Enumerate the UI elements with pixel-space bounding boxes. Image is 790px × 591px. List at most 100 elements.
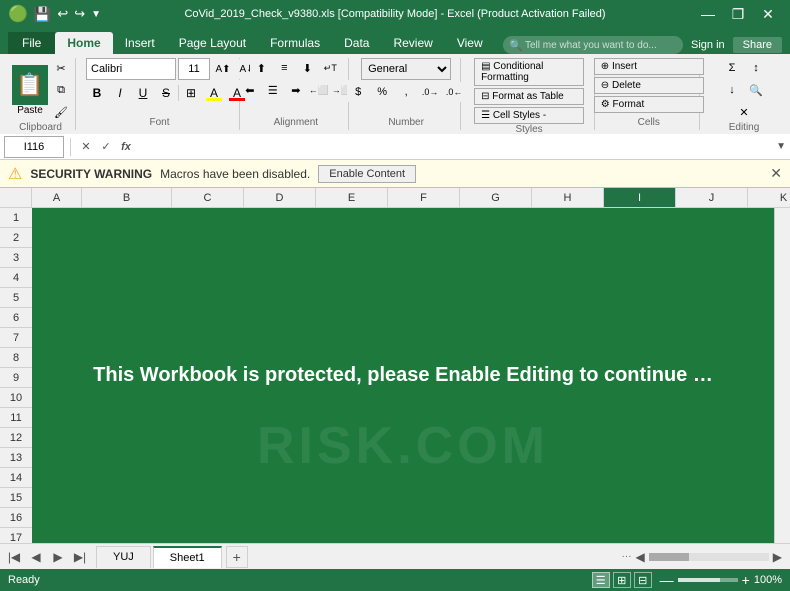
normal-view-button[interactable]: ☰ bbox=[592, 572, 610, 588]
formula-input[interactable] bbox=[139, 136, 772, 158]
customize-qat-icon[interactable]: ▼ bbox=[91, 9, 101, 20]
row-12[interactable]: 12 bbox=[0, 428, 32, 448]
col-header-a[interactable]: A bbox=[32, 188, 82, 207]
row-11[interactable]: 11 bbox=[0, 408, 32, 428]
tab-page-layout[interactable]: Page Layout bbox=[167, 32, 258, 54]
row-15[interactable]: 15 bbox=[0, 488, 32, 508]
close-security-bar-button[interactable]: ✕ bbox=[770, 165, 782, 182]
italic-button[interactable]: I bbox=[109, 83, 131, 103]
font-name-input[interactable] bbox=[86, 58, 176, 80]
zoom-slider[interactable] bbox=[678, 578, 738, 582]
col-header-g[interactable]: G bbox=[460, 188, 532, 207]
format-cells-button[interactable]: ⚙ Format bbox=[594, 96, 704, 113]
add-sheet-button[interactable]: + bbox=[226, 546, 248, 568]
bold-button[interactable]: B bbox=[86, 83, 108, 103]
sum-button[interactable]: Σ bbox=[721, 58, 743, 78]
align-bottom-button[interactable]: ⬇ bbox=[296, 58, 318, 78]
row-7[interactable]: 7 bbox=[0, 328, 32, 348]
redo-icon[interactable]: ↪ bbox=[74, 6, 85, 22]
conditional-formatting-button[interactable]: ▤ Conditional Formatting bbox=[474, 58, 584, 86]
format-as-table-button[interactable]: ⊟ Format as Table bbox=[474, 88, 584, 105]
horizontal-scroll-left[interactable]: ◀ bbox=[636, 550, 645, 564]
zoom-out-button[interactable]: — bbox=[660, 572, 674, 588]
formula-function-icon[interactable]: fx bbox=[117, 138, 135, 156]
sheet-nav-prev[interactable]: ◀ bbox=[26, 547, 46, 567]
formula-bar-expand-icon[interactable]: ▼ bbox=[776, 141, 786, 152]
insert-cells-button[interactable]: ⊕ Insert bbox=[594, 58, 704, 75]
sheet-tab-yuj[interactable]: YUJ bbox=[96, 546, 151, 568]
name-box[interactable] bbox=[4, 136, 64, 158]
indent-decrease-button[interactable]: ←⬜ bbox=[308, 80, 330, 100]
number-format-dropdown[interactable]: General bbox=[361, 58, 451, 80]
row-1[interactable]: 1 bbox=[0, 208, 32, 228]
tab-formulas[interactable]: Formulas bbox=[258, 32, 332, 54]
currency-button[interactable]: $ bbox=[347, 82, 369, 102]
row-17[interactable]: 17 bbox=[0, 528, 32, 543]
cut-button[interactable]: ✂ bbox=[50, 58, 72, 78]
row-3[interactable]: 3 bbox=[0, 248, 32, 268]
row-16[interactable]: 16 bbox=[0, 508, 32, 528]
find-button[interactable]: 🔍 bbox=[745, 80, 767, 100]
fill-button[interactable]: ↓ bbox=[721, 80, 743, 100]
font-grow-button[interactable]: A⬆ bbox=[212, 59, 234, 79]
signin-link[interactable]: Sign in bbox=[691, 39, 725, 51]
tab-home[interactable]: Home bbox=[55, 32, 112, 54]
row-6[interactable]: 6 bbox=[0, 308, 32, 328]
format-painter-button[interactable]: 🖌 bbox=[50, 102, 72, 122]
row-13[interactable]: 13 bbox=[0, 448, 32, 468]
percent-button[interactable]: % bbox=[371, 82, 393, 102]
page-break-view-button[interactable]: ⊟ bbox=[634, 572, 652, 588]
col-header-e[interactable]: E bbox=[316, 188, 388, 207]
horizontal-scrollbar[interactable] bbox=[649, 553, 769, 561]
tab-view[interactable]: View bbox=[445, 32, 495, 54]
row-14[interactable]: 14 bbox=[0, 468, 32, 488]
formula-cancel-icon[interactable]: ✕ bbox=[77, 138, 95, 156]
tell-me-input[interactable] bbox=[503, 36, 683, 54]
col-header-d[interactable]: D bbox=[244, 188, 316, 207]
col-header-f[interactable]: F bbox=[388, 188, 460, 207]
decimal-increase-button[interactable]: .0→ bbox=[419, 82, 441, 102]
copy-button[interactable]: ⧉ bbox=[50, 80, 72, 100]
horizontal-scroll-right[interactable]: ▶ bbox=[773, 550, 782, 564]
align-right-button[interactable]: ➡ bbox=[285, 80, 307, 100]
sheet-nav-first[interactable]: |◀ bbox=[4, 547, 24, 567]
close-button[interactable]: ✕ bbox=[754, 0, 782, 28]
delete-cells-button[interactable]: ⊖ Delete bbox=[594, 77, 704, 94]
col-header-b[interactable]: B bbox=[82, 188, 172, 207]
row-8[interactable]: 8 bbox=[0, 348, 32, 368]
align-middle-button[interactable]: ≡ bbox=[273, 58, 295, 78]
sheet-nav-next[interactable]: ▶ bbox=[48, 547, 68, 567]
col-header-c[interactable]: C bbox=[172, 188, 244, 207]
font-size-input[interactable] bbox=[178, 58, 210, 80]
enable-content-button[interactable]: Enable Content bbox=[318, 165, 416, 183]
row-2[interactable]: 2 bbox=[0, 228, 32, 248]
row-9[interactable]: 9 bbox=[0, 368, 32, 388]
comma-button[interactable]: , bbox=[395, 82, 417, 102]
wrap-text-button[interactable]: ↵T bbox=[319, 58, 341, 78]
align-top-button[interactable]: ⬆ bbox=[250, 58, 272, 78]
decimal-decrease-button[interactable]: .0← bbox=[443, 82, 465, 102]
share-button[interactable]: Share bbox=[733, 37, 782, 53]
zoom-in-button[interactable]: + bbox=[742, 572, 750, 588]
restore-button[interactable]: ❐ bbox=[724, 0, 752, 28]
tab-insert[interactable]: Insert bbox=[113, 32, 167, 54]
save-icon[interactable]: 💾 bbox=[34, 6, 51, 23]
font-color-button[interactable]: A bbox=[226, 83, 248, 103]
row-10[interactable]: 10 bbox=[0, 388, 32, 408]
undo-icon[interactable]: ↩ bbox=[57, 6, 68, 22]
col-header-i[interactable]: I bbox=[604, 188, 676, 207]
tab-file[interactable]: File bbox=[8, 32, 55, 54]
underline-button[interactable]: U bbox=[132, 83, 154, 103]
clear-button[interactable]: ✕ bbox=[733, 102, 755, 122]
sort-button[interactable]: ↕ bbox=[745, 58, 767, 78]
sheet-tab-sheet1[interactable]: Sheet1 bbox=[153, 546, 222, 568]
strikethrough-button[interactable]: S bbox=[155, 83, 177, 103]
paste-button[interactable]: 📋 Paste bbox=[12, 65, 48, 116]
cell-styles-button[interactable]: ☰ Cell Styles - bbox=[474, 107, 584, 124]
col-header-h[interactable]: H bbox=[532, 188, 604, 207]
minimize-button[interactable]: — bbox=[694, 0, 722, 28]
sheet-nav-last[interactable]: ▶| bbox=[70, 547, 90, 567]
border-button[interactable]: ⊞ bbox=[180, 83, 202, 103]
row-5[interactable]: 5 bbox=[0, 288, 32, 308]
formula-confirm-icon[interactable]: ✓ bbox=[97, 138, 115, 156]
